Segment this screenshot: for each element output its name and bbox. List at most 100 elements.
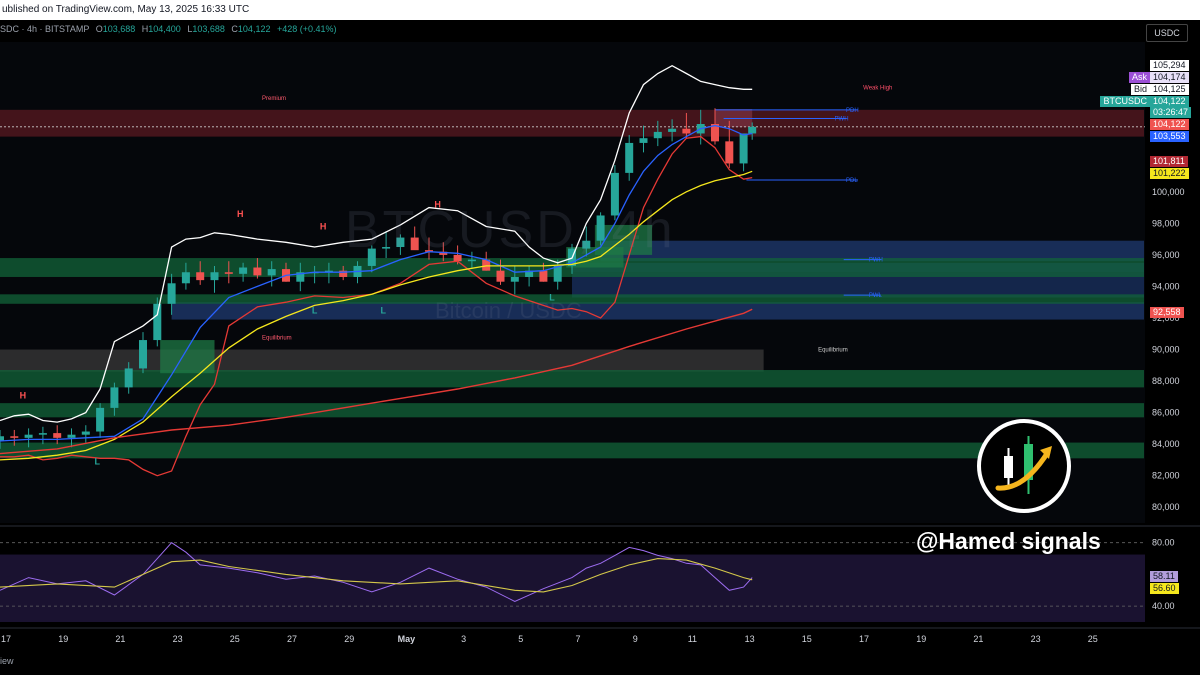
status-bar-text: iew [0,656,14,666]
currency-button[interactable]: USDC [1146,24,1188,42]
candle-body-4 [53,433,62,438]
price-chart[interactable]: Premium Equilibrium PDH PWH PDL PWH PWL Equilib… [0,0,1200,675]
time-tick-5: 27 [287,634,297,644]
candle-body-15 [210,272,219,281]
symbol-name[interactable]: SDC · 4h · BITSTAMP [0,24,89,34]
price-tag-4: 104,122 [1150,119,1189,130]
price-tick-9: 98,000 [1152,218,1180,228]
candle-body-8 [110,387,119,408]
candle-body-44 [625,142,634,173]
candle-body-48 [682,128,691,134]
published-banner: ublished on TradingView.com, May 13, 202… [0,0,1200,20]
candle-body-10 [139,340,147,369]
price-tag-label-3: BTCUSDC [1100,96,1150,107]
time-tick-0: 17 [1,634,11,644]
price-tick-10: 100,000 [1152,187,1185,197]
price-tick-8: 96,000 [1152,250,1180,260]
price-tick-3: 86,000 [1152,408,1180,418]
candle-body-7 [96,407,105,432]
level-label-3: PWH [869,258,883,264]
time-tick-16: 19 [916,634,926,644]
price-tag-3: 104,122 [1150,96,1189,107]
price-tag-5: 103,553 [1150,131,1189,142]
structure-marker-4: L [94,457,100,467]
rsi-band [0,554,1145,622]
price-tick-5: 90,000 [1152,345,1180,355]
ohlc-open: 103,688 [102,24,136,34]
candle-body-17 [239,267,248,274]
candle-body-45 [639,138,648,143]
price-tag-1: 104,174 [1150,72,1189,83]
price-tag-2: 104,125 [1150,84,1189,95]
rsi-tick-0: 80.00 [1152,538,1175,548]
candle-body-46 [653,131,662,139]
time-tick-3: 23 [173,634,183,644]
price-tag-label-1: Ask [1128,72,1150,83]
candle-body-13 [181,272,190,284]
candle-body-6 [81,431,90,435]
time-tick-15: 17 [859,634,869,644]
price-tag-7: 101,222 [1150,168,1189,179]
level-label-2: PDL [846,178,858,184]
zone-demand-10 [0,403,1144,418]
zone-equilibrium-8 [0,349,764,372]
ohlc-close: 104,122 [237,24,271,34]
symbol-legend[interactable]: SDC · 4h · BITSTAMP O103,688 H104,400 L1… [0,24,337,38]
level-label-0: PDH [846,108,859,114]
candle-body-52 [739,133,748,164]
candle-body-47 [668,128,677,132]
price-tag-label-2: Bid [1130,84,1150,95]
zone-label-0: Premium [262,96,286,102]
level-label-5: Equilibrium [818,348,848,354]
candle-body-36 [510,276,519,282]
candle-body-5 [67,434,76,438]
price-tag-0: 105,294 [1150,60,1189,71]
time-tick-19: 25 [1088,634,1098,644]
time-tick-11: 9 [633,634,638,644]
candle-body-1 [10,436,19,438]
price-tick-4: 88,000 [1152,376,1180,386]
time-tick-8: 3 [461,634,466,644]
price-tick-0: 80,000 [1152,502,1180,512]
candle-body-19 [267,269,276,276]
time-tick-13: 13 [745,634,755,644]
price-tick-2: 84,000 [1152,439,1180,449]
time-tick-12: 11 [688,634,697,644]
ohlc-high: 104,400 [148,24,181,34]
candle-body-38 [539,270,548,282]
time-tick-14: 15 [802,634,812,644]
published-text: ublished on TradingView.com, May 13, 202… [2,4,250,15]
structure-marker-1: H [237,209,244,219]
level-label-4: PWL [869,293,883,299]
rsi-tick-1: 40.00 [1152,601,1175,611]
ohlc-low: 103,688 [192,24,225,34]
candle-body-35 [496,270,505,282]
candle-body-3 [38,433,47,435]
candle-body-39 [553,265,562,282]
time-tick-7: May [398,634,416,644]
zone-demand-11 [0,442,1144,459]
candle-body-14 [196,272,205,281]
price-change: +428 (+0.41%) [276,24,337,34]
candle-body-51 [725,141,734,164]
rsi-tag-0: 58.11 [1150,571,1178,582]
structure-marker-6: L [380,305,386,315]
watermark-subtitle: Bitcoin / USDC [435,298,582,323]
time-tick-2: 21 [115,634,125,644]
time-tick-6: 29 [344,634,354,644]
candle-body-18 [253,267,262,276]
time-tick-18: 23 [1031,634,1041,644]
zone-premium-0 [0,109,1144,137]
ohlc-open-label: O [95,24,103,34]
rsi-tag-1: 56.60 [1150,583,1179,594]
zone-label-8: Equilibrium [262,336,292,342]
candle-body-11 [153,303,162,341]
structure-marker-0: H [20,390,27,400]
countdown-tag: 03:26:47 [1150,107,1192,118]
time-tick-1: 19 [58,634,68,644]
level-label-7: Weak High [863,86,892,92]
structure-marker-5: L [312,305,318,315]
time-tick-9: 5 [518,634,523,644]
chart-root: Premium Equilibrium PDH PWH PDL PWH PWL Equilib… [0,0,1200,675]
price-tag-6: 101,811 [1150,156,1188,167]
